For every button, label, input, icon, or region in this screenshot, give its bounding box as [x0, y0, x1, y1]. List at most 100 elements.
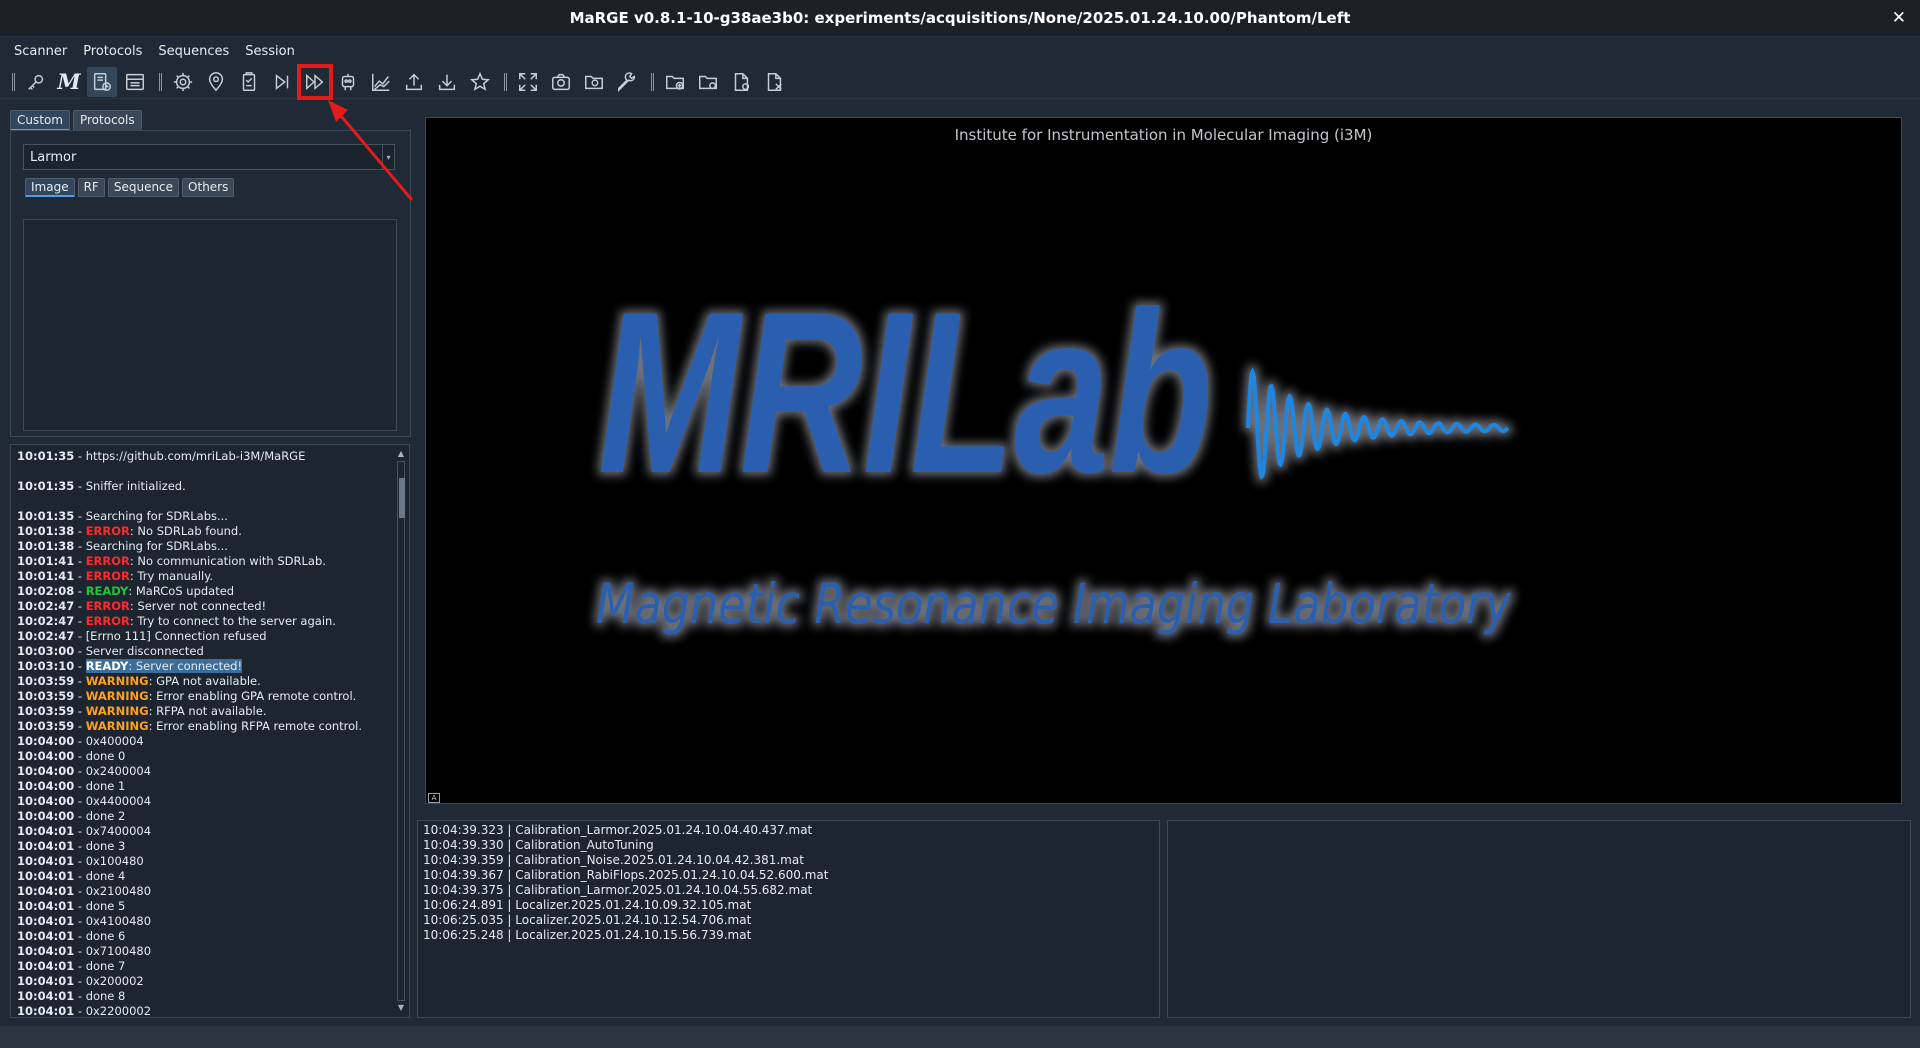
image-viewer[interactable]: Institute for Instrumentation in Molecul… [425, 117, 1902, 804]
menu-sequences[interactable]: Sequences [150, 42, 237, 61]
menu-protocols[interactable]: Protocols [75, 42, 150, 61]
log-timestamp: 10:04:01 [17, 869, 75, 883]
download-icon[interactable] [432, 67, 462, 97]
log-message: READY: Server connected! [85, 659, 243, 673]
sdrlab-icon[interactable] [87, 66, 117, 97]
log-timestamp: 10:03:59 [17, 704, 75, 718]
log-message: WARNING: RFPA not available. [85, 704, 267, 718]
robot-icon[interactable] [333, 67, 363, 97]
marcos-m-icon[interactable]: M [54, 67, 84, 97]
file-close-icon[interactable] [759, 67, 789, 97]
logo-sub-text: Magnetic Resonance Imaging Laboratory [596, 572, 1512, 636]
log-message: 0x2400004 [85, 764, 152, 778]
window-title: MaRGE v0.8.1-10-g38ae3b0: experiments/ac… [569, 9, 1351, 27]
log-timestamp: 10:03:59 [17, 689, 75, 703]
fullscreen-icon[interactable] [513, 67, 543, 97]
log-timestamp: 10:01:38 [17, 539, 75, 553]
tab-others[interactable]: Others [182, 178, 235, 197]
wrench-icon[interactable] [612, 67, 642, 97]
log-message: ERROR: Try to connect to the server agai… [85, 614, 336, 628]
history-item[interactable]: 10:04:39.359 | Calibration_Noise.2025.01… [423, 853, 828, 868]
scroll-track[interactable] [397, 461, 405, 1001]
history-item[interactable]: 10:04:39.375 | Calibration_Larmor.2025.0… [423, 883, 828, 898]
localizer-icon[interactable] [201, 67, 231, 97]
log-message: done 7 [85, 959, 126, 973]
clipboard-icon[interactable] [234, 67, 264, 97]
log-line: 10:02:47 - [Errno 111] Connection refuse… [17, 629, 267, 643]
log-message: 0x4400004 [85, 794, 152, 808]
menu-scanner[interactable]: Scanner [6, 42, 75, 61]
log-message: done 1 [85, 779, 126, 793]
log-level: WARNING [85, 674, 149, 688]
log-message: done 0 [85, 749, 126, 763]
log-timestamp: 10:04:00 [17, 794, 75, 808]
console-log[interactable]: 10:01:35 - https://github.com/mriLab-i3M… [10, 444, 410, 1018]
history-item[interactable]: 10:06:25.035 | Localizer.2025.01.24.10.1… [423, 913, 828, 928]
history-item[interactable]: 10:06:25.248 | Localizer.2025.01.24.10.1… [423, 928, 828, 943]
tab-image[interactable]: Image [25, 178, 75, 197]
mrilab-logo: MRILab Magnetic Resonance Imaging Labora… [596, 264, 1512, 636]
acquisition-history[interactable]: 10:04:39.323 | Calibration_Larmor.2025.0… [417, 820, 1160, 1018]
results-panel [1167, 820, 1911, 1018]
folder-add-icon[interactable] [660, 67, 690, 97]
fast-forward-icon[interactable] [297, 63, 333, 100]
log-line: 10:01:41 - ERROR: Try manually. [17, 569, 214, 583]
camera-icon[interactable] [546, 67, 576, 97]
log-message: 0x2100480 [85, 884, 152, 898]
scroll-up-icon[interactable]: ▲ [395, 449, 407, 459]
plot-icon[interactable] [366, 67, 396, 97]
log-message: 0x400004 [85, 734, 144, 748]
scroll-down-icon[interactable]: ▼ [395, 1003, 407, 1013]
file-settings-icon[interactable] [726, 67, 756, 97]
sequence-parameters-panel [23, 219, 397, 431]
history-list: 10:04:39.323 | Calibration_Larmor.2025.0… [423, 823, 828, 943]
log-line: 10:01:38 - ERROR: No SDRLab found. [17, 524, 242, 538]
close-icon[interactable]: ✕ [1892, 8, 1906, 28]
log-level: ERROR [85, 614, 130, 628]
log-timestamp: 10:04:00 [17, 734, 75, 748]
settings-icon[interactable] [168, 67, 198, 97]
history-item[interactable]: 10:04:39.367 | Calibration_RabiFlops.202… [423, 868, 828, 883]
log-line: 10:04:01 - 0x4100480 [17, 914, 152, 928]
viewer-corner-icon[interactable]: A [428, 793, 440, 803]
log-message: READY: MaRCoS updated [85, 584, 235, 598]
upload-icon[interactable] [399, 67, 429, 97]
signal-wave [1246, 367, 1510, 480]
log-level: READY [85, 584, 129, 598]
title-bar: MaRGE v0.8.1-10-g38ae3b0: experiments/ac… [0, 0, 1920, 37]
log-timestamp: 10:04:00 [17, 809, 75, 823]
status-bar [0, 1026, 1920, 1048]
star-icon[interactable] [465, 67, 495, 97]
log-message: WARNING: Error enabling GPA remote contr… [85, 689, 357, 703]
history-item[interactable]: 10:04:39.323 | Calibration_Larmor.2025.0… [423, 823, 828, 838]
log-timestamp: 10:04:01 [17, 824, 75, 838]
tab-custom[interactable]: Custom [10, 110, 70, 131]
history-item[interactable]: 10:04:39.330 | Calibration_AutoTuning [423, 838, 828, 853]
log-message: ERROR: Server not connected! [85, 599, 267, 613]
toolbar-separator [159, 72, 162, 91]
log-message: 0x7400004 [85, 824, 152, 838]
log-timestamp: 10:01:41 [17, 554, 75, 568]
toolbar: M [0, 63, 1920, 100]
log-line: 10:04:01 - done 3 [17, 839, 126, 853]
log-line: 10:04:01 - 0x7100480 [17, 944, 152, 958]
log-line: 10:01:41 - ERROR: No communication with … [17, 554, 326, 568]
scroll-thumb[interactable] [399, 478, 405, 518]
log-line: 10:02:47 - ERROR: Try to connect to the … [17, 614, 336, 628]
history-item[interactable]: 10:06:24.891 | Localizer.2025.01.24.10.0… [423, 898, 828, 913]
tab-rf[interactable]: RF [77, 178, 105, 197]
console-scrollbar[interactable]: ▲ ▼ [395, 449, 407, 1013]
camera-folder-icon[interactable] [579, 67, 609, 97]
menu-session[interactable]: Session [237, 42, 303, 61]
key-icon[interactable] [21, 67, 51, 97]
tab-protocols[interactable]: Protocols [72, 110, 142, 131]
log-timestamp: 10:04:01 [17, 884, 75, 898]
tab-sequence[interactable]: Sequence [107, 178, 180, 197]
log-level: ERROR [85, 524, 130, 538]
folder-settings-icon[interactable] [693, 67, 723, 97]
run-icon[interactable] [267, 67, 297, 97]
gpa-icon[interactable] [120, 67, 150, 97]
log-timestamp: 10:03:59 [17, 674, 75, 688]
log-timestamp: 10:01:41 [17, 569, 75, 583]
log-message: done 4 [85, 869, 126, 883]
